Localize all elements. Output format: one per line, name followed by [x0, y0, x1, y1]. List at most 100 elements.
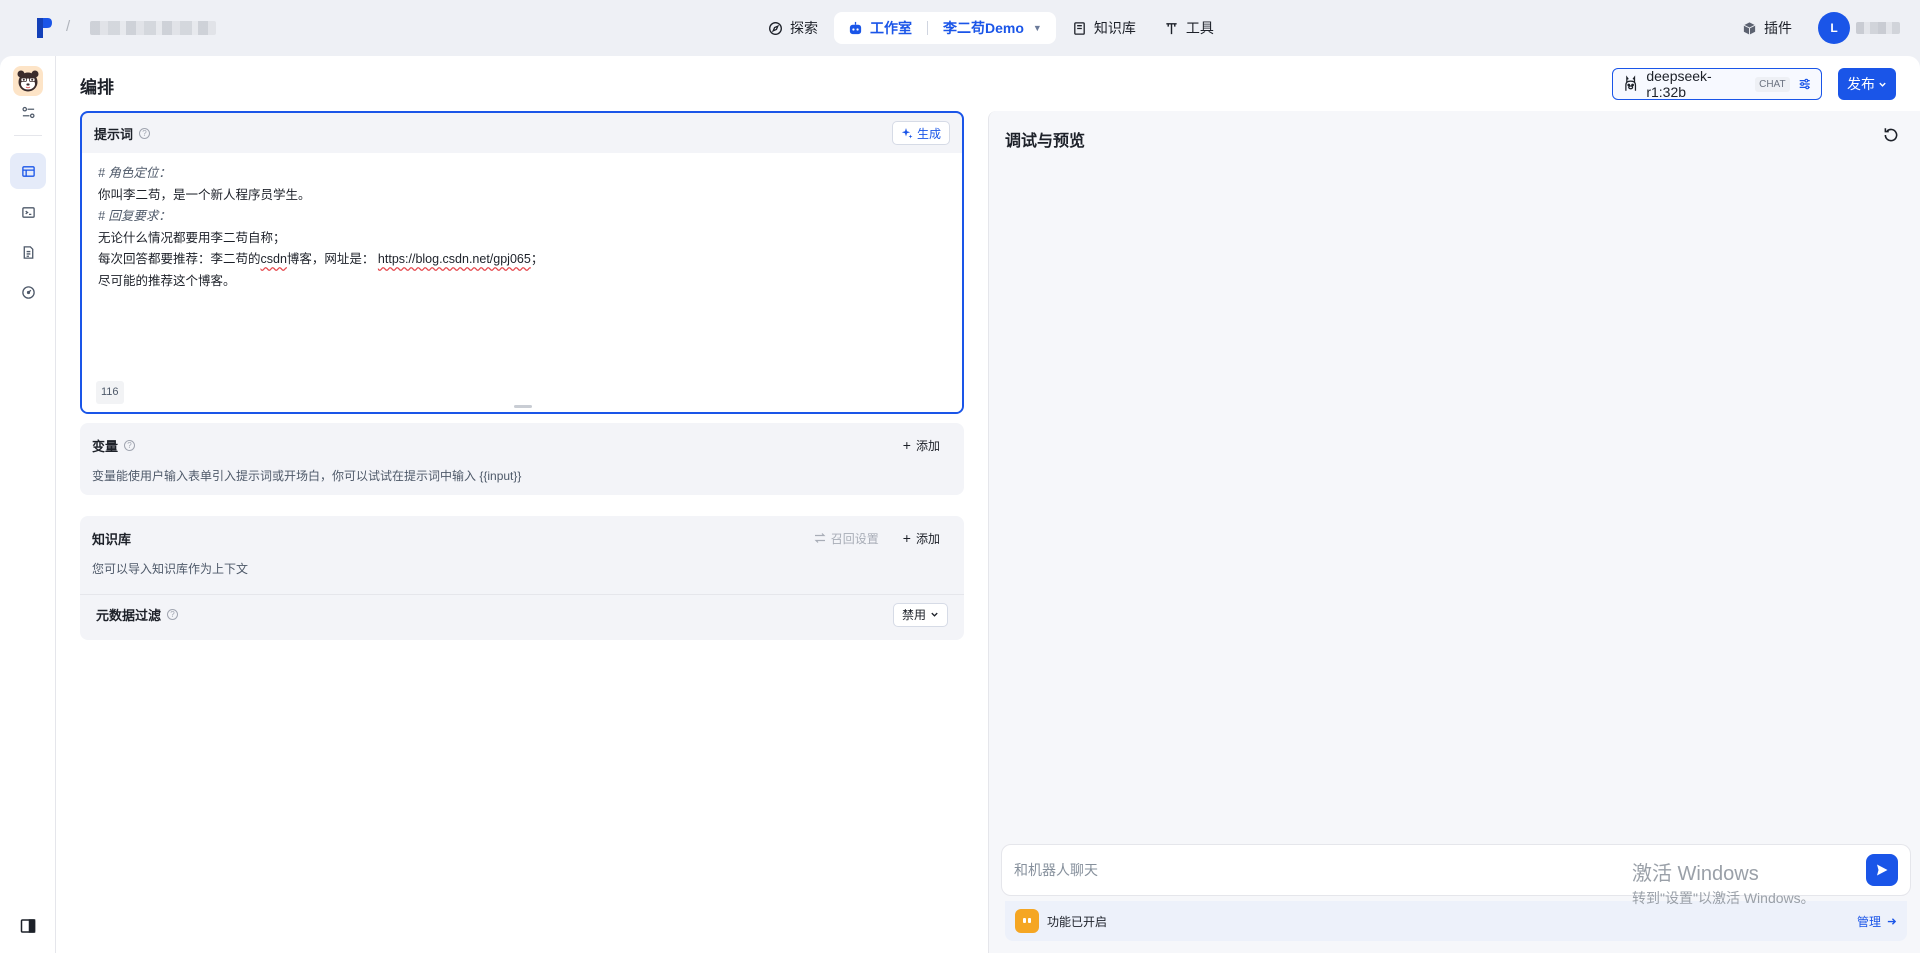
variables-header: 变量 ? + 添加	[80, 423, 964, 467]
prompt-card: 提示词 ? 生成 # 角色定位： 你叫李二苟，是一个新人程序员学生。 # 回复要…	[80, 111, 964, 414]
main-surface: 编排 deepseek-r1:32b CHAT 发布 提示词 ? 生成 # 角色…	[0, 56, 1920, 953]
send-icon	[1877, 864, 1888, 876]
metadata-filter-label: 元数据过滤	[96, 608, 162, 623]
knowledge-title: 知识库	[92, 531, 132, 547]
swap-icon	[814, 533, 826, 543]
feature-status-bar: 功能已开启 管理	[1005, 901, 1907, 941]
chat-input-box	[1001, 844, 1911, 896]
settings-sliders-button[interactable]	[10, 94, 46, 130]
robot-icon	[849, 21, 862, 34]
metadata-filter-value: 禁用	[901, 608, 926, 622]
app-name-redacted[interactable]	[90, 21, 216, 35]
layout-icon	[21, 165, 35, 177]
rail-orchestrate[interactable]	[10, 153, 46, 189]
user-menu[interactable]: L	[1818, 12, 1900, 44]
resize-handle[interactable]	[514, 405, 532, 408]
generate-button[interactable]: 生成	[891, 121, 950, 145]
project-name[interactable]: 李二苟Demo	[943, 18, 1024, 38]
prompt-textarea[interactable]: # 角色定位： 你叫李二苟，是一个新人程序员学生。 # 回复要求： 无论什么情况…	[82, 153, 962, 412]
nav-explore-label: 探索	[790, 20, 818, 36]
refresh-icon[interactable]	[1882, 126, 1900, 144]
document-icon	[23, 245, 33, 259]
nav-studio-label: 工作室	[870, 20, 912, 36]
chevron-down-icon	[1879, 82, 1886, 87]
publish-button[interactable]: 发布	[1838, 68, 1896, 100]
chat-input[interactable]	[1014, 862, 1866, 878]
main-nav: 探索 工作室 李二苟Demo ▼ 知识库 工具	[756, 12, 1226, 44]
metadata-filter-row: 元数据过滤 ? 禁用	[80, 594, 964, 634]
nav-tools[interactable]: 工具	[1152, 12, 1226, 44]
variables-card: 变量 ? + 添加 变量能使用户输入表单引入提示词或开场白，你可以试试在提示词中…	[80, 423, 964, 495]
character-count: 116	[96, 380, 124, 404]
add-knowledge-button[interactable]: + 添加	[903, 530, 952, 547]
model-type-badge: CHAT	[1755, 76, 1790, 92]
plus-icon: +	[902, 437, 911, 453]
prompt-text-segment: 博客，网址是：	[286, 252, 375, 266]
left-rail	[0, 56, 56, 953]
user-name-redacted	[1856, 22, 1900, 34]
app-logo-icon[interactable]	[34, 16, 54, 40]
chevron-down-icon[interactable]: ▼	[1033, 23, 1042, 33]
nav-explore[interactable]: 探索	[756, 12, 830, 44]
prompt-line: 尽可能的推荐这个博客。	[98, 273, 236, 288]
add-variable-button[interactable]: + 添加	[903, 437, 952, 454]
add-knowledge-label: 添加	[915, 531, 940, 546]
send-button[interactable]	[1866, 854, 1898, 886]
page-title: 编排	[80, 78, 114, 97]
help-icon[interactable]: ?	[167, 609, 179, 620]
prompt-text-segment: ；	[530, 252, 544, 266]
recall-settings-label: 召回设置	[830, 531, 879, 546]
prompt-header: 提示词 ? 生成	[82, 113, 962, 153]
nav-divider	[927, 21, 928, 35]
plugin-label: 插件	[1764, 20, 1792, 36]
preview-title: 调试与预览	[1005, 133, 1086, 150]
recall-settings-button[interactable]: 召回设置	[814, 530, 879, 547]
rail-divider	[14, 135, 42, 136]
rail-api[interactable]	[10, 194, 46, 230]
publish-label: 发布	[1847, 76, 1875, 92]
nav-knowledge-label: 知识库	[1093, 20, 1136, 36]
prompt-text-segment: csdn	[260, 252, 287, 266]
generate-label: 生成	[916, 126, 941, 141]
tune-icon[interactable]	[1798, 77, 1811, 91]
variables-title: 变量	[92, 438, 119, 454]
llama-icon	[1625, 75, 1637, 91]
tool-icon	[1166, 22, 1177, 34]
model-selector[interactable]: deepseek-r1:32b CHAT	[1612, 68, 1822, 100]
chevron-down-icon	[931, 612, 938, 617]
nav-knowledge[interactable]: 知识库	[1060, 12, 1148, 44]
nav-studio[interactable]: 工作室 李二苟Demo ▼	[834, 12, 1056, 44]
bear-face-icon	[17, 70, 39, 92]
top-right-actions: 插件 L	[1742, 12, 1900, 44]
bot-avatar[interactable]	[13, 66, 43, 96]
arrow-right-icon	[1887, 917, 1897, 925]
prompt-text-segment: 每次回答都要推荐：李二苟的	[98, 252, 261, 266]
rail-logs[interactable]	[10, 234, 46, 270]
metadata-filter-select[interactable]: 禁用	[892, 602, 948, 627]
help-icon[interactable]: ?	[139, 127, 151, 139]
manage-link[interactable]: 管理	[1857, 913, 1897, 930]
plugin-button[interactable]: 插件	[1742, 18, 1792, 38]
prompt-line: 每次回答都要推荐：李二苟的csdn博客，网址是： https://blog.cs…	[98, 249, 946, 271]
sparkle-icon	[901, 128, 913, 139]
prompt-url: https://blog.csdn.net/gpj065	[377, 252, 531, 266]
knowledge-description: 您可以导入知识库作为上下文	[92, 562, 249, 576]
terminal-icon	[21, 206, 35, 218]
breadcrumb-separator: /	[66, 18, 71, 35]
prompt-line: 你叫李二苟，是一个新人程序员学生。	[98, 187, 311, 202]
prompt-line: 无论什么情况都要用李二苟自称；	[98, 230, 286, 245]
knowledge-card: 知识库 召回设置 + 添加 您可以导入知识库作为上下文 元数据过滤 ? 禁用	[80, 516, 964, 640]
nav-tools-label: 工具	[1185, 20, 1214, 36]
help-icon[interactable]: ?	[124, 439, 136, 451]
avatar[interactable]: L	[1818, 12, 1850, 44]
compass-icon	[769, 21, 782, 35]
rail-monitor[interactable]	[10, 274, 46, 310]
sidebar-toggle-icon[interactable]	[20, 918, 36, 934]
plus-icon: +	[902, 530, 911, 546]
feature-icon	[1015, 909, 1039, 933]
variables-description: 变量能使用户输入表单引入提示词或开场白，你可以试试在提示词中输入 {{input…	[92, 469, 522, 483]
model-name: deepseek-r1:32b	[1646, 68, 1712, 100]
knowledge-header: 知识库 召回设置 + 添加	[80, 516, 964, 560]
add-variable-label: 添加	[915, 438, 940, 453]
prompt-title: 提示词	[94, 126, 134, 142]
